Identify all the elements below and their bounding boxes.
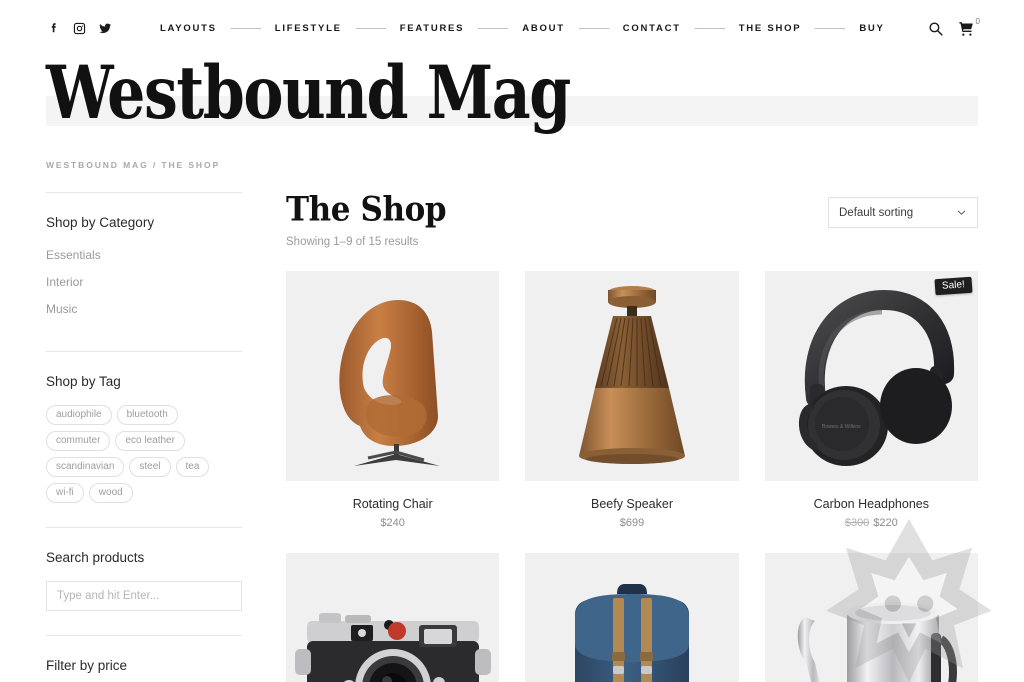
nav-item-the-shop[interactable]: THE SHOP [739, 23, 802, 34]
status-badge: Sale! [934, 276, 973, 295]
tag-bluetooth[interactable]: bluetooth [116, 405, 178, 425]
cart-icon [958, 20, 975, 37]
list-item: Music [46, 300, 242, 318]
svg-text:Bowers & Wilkins: Bowers & Wilkins [822, 424, 861, 430]
sorting-selected-value: Default sorting [839, 206, 914, 219]
shop-sidebar: Shop by Category Essentials Interior Mus… [46, 192, 242, 682]
list-item: Interior [46, 273, 242, 291]
widget-title-category: Shop by Category [46, 215, 155, 230]
list-item: Essentials [46, 246, 242, 264]
widget-filter-by-price: Filter by price FILTER Price: $20 — $710 [46, 636, 242, 682]
rangefinder-camera-image[interactable] [286, 552, 500, 682]
cart-button[interactable]: 0 [958, 16, 980, 37]
masthead: Westbound Mag [0, 56, 1024, 134]
social-links [46, 21, 113, 36]
steel-teapot-image[interactable] [764, 552, 978, 682]
result-count: Showing 1–9 of 15 results [286, 235, 419, 248]
top-navigation-bar: LAYOUTS LIFESTYLE FEATURES ABOUT CONTACT… [0, 0, 1024, 56]
canvas-backpack-image[interactable] [525, 552, 739, 682]
widget-title-tag: Shop by Tag [46, 374, 121, 389]
sorting-select[interactable]: Default sorting [828, 197, 978, 228]
widget-title-search: Search products [46, 550, 145, 565]
product-sale-price: $220 [873, 516, 898, 529]
tag-tea[interactable]: tea [175, 457, 210, 477]
product-grid-row-1: Rotating Chair $240 Beefy Speaker $699 B… [286, 270, 978, 529]
tag-eco-leather[interactable]: eco leather [115, 431, 185, 451]
nav-item-contact[interactable]: CONTACT [623, 23, 681, 34]
tag-wi-fi[interactable]: wi-fi [46, 483, 84, 503]
page-title: The Shop [286, 189, 447, 230]
nav-divider [815, 27, 846, 29]
facebook-icon[interactable] [46, 21, 61, 36]
widget-shop-by-category: Shop by Category Essentials Interior Mus… [46, 193, 242, 351]
primary-nav: LAYOUTS LIFESTYLE FEATURES ABOUT CONTACT… [160, 23, 885, 34]
product-price: $300 $220 [765, 517, 978, 529]
nav-item-layouts[interactable]: LAYOUTS [160, 23, 217, 34]
tag-steel[interactable]: steel [129, 457, 171, 477]
product-card-steel-teapot[interactable] [764, 552, 978, 682]
nav-divider [230, 27, 261, 29]
product-card-rotating-chair[interactable]: Rotating Chair $240 [286, 270, 500, 529]
search-input[interactable] [46, 581, 242, 611]
breadcrumb[interactable]: WESTBOUND MAG / THE SHOP [0, 160, 1024, 170]
product-card-canvas-backpack[interactable] [525, 552, 739, 682]
widget-shop-by-tag: Shop by Tag audiophile bluetooth commute… [46, 352, 242, 527]
product-old-price: $300 [844, 516, 870, 529]
nav-item-features[interactable]: FEATURES [400, 23, 465, 34]
nav-item-lifestyle[interactable]: LIFESTYLE [275, 23, 342, 34]
chevron-down-icon [956, 207, 967, 218]
product-title[interactable]: Carbon Headphones [765, 497, 978, 511]
page-layout: Shop by Category Essentials Interior Mus… [0, 192, 1024, 682]
category-item-essentials[interactable]: Essentials [46, 248, 101, 262]
nav-divider [478, 27, 509, 29]
product-title[interactable]: Beefy Speaker [525, 497, 738, 511]
header-actions: 0 [927, 16, 980, 37]
product-card-rangefinder-camera[interactable] [286, 552, 500, 682]
tag-audiophile[interactable]: audiophile [46, 405, 112, 425]
shop-header: The Shop Showing 1–9 of 15 results Defau… [286, 192, 978, 248]
tag-scandinavian[interactable]: scandinavian [46, 457, 125, 477]
nav-divider [694, 27, 725, 29]
product-price: $699 [619, 516, 645, 529]
product-card-beefy-speaker[interactable]: Beefy Speaker $699 [525, 270, 739, 529]
product-title[interactable]: Rotating Chair [286, 497, 499, 511]
search-icon[interactable] [927, 20, 944, 37]
category-item-interior[interactable]: Interior [46, 275, 83, 289]
tag-commuter[interactable]: commuter [46, 431, 111, 451]
shop-main: The Shop Showing 1–9 of 15 results Defau… [242, 192, 978, 682]
nav-divider [355, 27, 386, 29]
tag-cloud: audiophile bluetooth commuter eco leathe… [46, 405, 242, 503]
widget-product-search: Search products [46, 528, 242, 635]
category-item-music[interactable]: Music [46, 302, 77, 316]
product-price: $240 [380, 516, 405, 529]
instagram-icon[interactable] [72, 21, 87, 36]
tag-wood[interactable]: wood [88, 483, 133, 503]
twitter-icon[interactable] [98, 21, 113, 36]
beefy-speaker-image[interactable] [525, 270, 739, 481]
cart-count-badge: 0 [975, 16, 980, 26]
nav-item-buy[interactable]: BUY [859, 23, 884, 34]
widget-title-price: Filter by price [46, 658, 128, 673]
nav-item-about[interactable]: ABOUT [522, 23, 565, 34]
rotating-chair-image[interactable] [286, 270, 500, 481]
nav-divider [578, 27, 609, 29]
product-grid-row-2 [286, 552, 978, 682]
carbon-headphones-image[interactable]: Bowers & Wilkins [764, 270, 978, 481]
category-list: Essentials Interior Music [46, 246, 242, 318]
product-card-carbon-headphones[interactable]: Bowers & Wilkins Sale! Carbon Headphones… [764, 270, 978, 529]
site-title: Westbound Mag [46, 49, 571, 136]
